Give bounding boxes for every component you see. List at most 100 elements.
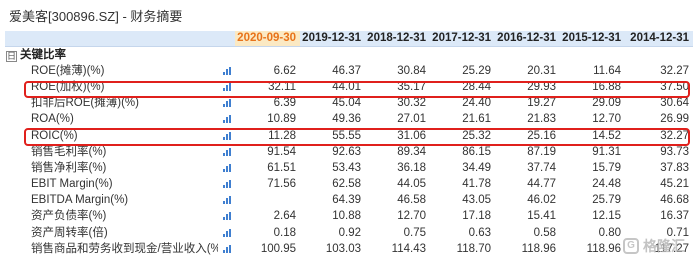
bar-chart-icon[interactable] — [222, 228, 231, 237]
value-cell: 37.83 — [660, 161, 689, 174]
row-label: ROE(加权)(%) — [31, 80, 105, 93]
watermark-text: 格隆汇 — [643, 238, 685, 254]
value-cell: 46.68 — [660, 194, 689, 207]
period-header[interactable]: 2014-12-31 — [625, 31, 693, 47]
bar-chart-icon[interactable] — [222, 180, 231, 189]
row-label: ROE(摊薄)(%) — [31, 64, 105, 77]
collapse-toggle-icon[interactable]: 日 — [6, 50, 17, 62]
table-row: 销售毛利率(%) 91.54 92.63 89.34 86.15 87.19 91.31 93… — [5, 144, 693, 160]
period-header[interactable]: 2016-12-31 — [495, 31, 560, 47]
value-cell: 37.50 — [660, 80, 689, 93]
value-cell: 30.64 — [660, 97, 689, 110]
value-cell: 15.41 — [527, 210, 556, 223]
table-row: ROA(%) 10.89 49.36 27.01 21.61 21.83 12.70 26.9… — [5, 112, 693, 128]
table-row: ROE(摊薄)(%) 6.62 46.37 30.84 25.29 20.31 11.64 3… — [5, 63, 693, 79]
value-cell: 26.99 — [660, 113, 689, 126]
value-cell: 10.89 — [267, 113, 296, 126]
row-chart-cell — [218, 63, 235, 79]
row-chart-cell — [218, 128, 235, 144]
row-label: ROA(%) — [31, 113, 74, 126]
row-label: 资产周转率(倍) — [31, 226, 108, 239]
value-cell — [235, 193, 300, 209]
value-cell: 89.34 — [397, 145, 426, 158]
value-cell: 32.27 — [660, 64, 689, 77]
value-cell: 32.27 — [660, 129, 689, 142]
value-cell: 118.70 — [456, 242, 491, 255]
section-label: 关键比率 — [20, 48, 66, 61]
value-cell: 30.84 — [397, 64, 426, 77]
bar-chart-icon[interactable] — [222, 196, 231, 205]
row-chart-cell — [218, 112, 235, 128]
bar-chart-icon[interactable] — [222, 147, 231, 156]
value-cell: 118.96 — [586, 242, 621, 255]
value-cell: 15.79 — [592, 161, 621, 174]
value-cell: 34.49 — [462, 161, 491, 174]
value-cell: 53.43 — [332, 161, 361, 174]
table-row: ROIC(%) 11.28 55.55 31.06 25.32 25.16 14.52 32.… — [5, 128, 693, 144]
value-cell: 0.63 — [468, 226, 491, 239]
value-cell: 29.93 — [527, 80, 556, 93]
value-cell: 91.31 — [592, 145, 621, 158]
bar-chart-icon[interactable] — [222, 66, 231, 75]
row-label: 扣非后ROE(摊薄)(%) — [31, 97, 139, 110]
value-cell: 86.15 — [462, 145, 491, 158]
row-label: ROIC(%) — [31, 129, 78, 142]
value-cell: 93.73 — [660, 145, 689, 158]
value-cell: 24.40 — [462, 97, 491, 110]
value-cell: 12.70 — [592, 113, 621, 126]
period-header[interactable]: 2019-12-31 — [300, 31, 365, 47]
value-cell: 12.15 — [592, 210, 621, 223]
period-header[interactable]: 2017-12-31 — [430, 31, 495, 47]
bar-chart-icon[interactable] — [222, 163, 231, 172]
value-cell: 0.80 — [598, 226, 621, 239]
page-title: 爱美客[300896.SZ] - 财务摘要 — [9, 9, 183, 24]
value-cell: 21.83 — [527, 113, 556, 126]
table-row: 资产周转率(倍) 0.18 0.92 0.75 0.63 0.58 0.80 0.71 — [5, 225, 693, 241]
bar-chart-icon[interactable] — [222, 115, 231, 124]
value-cell: 100.95 — [260, 242, 296, 255]
value-cell: 64.39 — [332, 194, 361, 207]
bar-chart-icon[interactable] — [222, 244, 231, 253]
value-cell: 45.21 — [660, 178, 689, 191]
row-label: 销售商品和劳务收到现金/营业收入(%) — [31, 242, 218, 255]
period-header[interactable]: 2020-09-30 — [235, 31, 300, 47]
bar-chart-icon[interactable] — [222, 82, 231, 91]
value-cell: 91.54 — [267, 145, 296, 158]
row-chart-cell — [218, 225, 235, 241]
bar-chart-icon[interactable] — [222, 131, 231, 140]
value-cell: 25.16 — [527, 129, 556, 142]
value-cell: 19.27 — [527, 97, 556, 110]
section-header-key-ratios[interactable]: 日关键比率 — [5, 47, 693, 64]
bar-chart-icon[interactable] — [222, 99, 231, 108]
value-cell: 16.88 — [592, 80, 621, 93]
financial-summary-table: 2020-09-30 2019-12-31 2018-12-31 2017-12… — [5, 31, 693, 257]
row-label: 销售净利率(%) — [31, 161, 107, 174]
value-cell: 6.39 — [273, 97, 296, 110]
row-label: EBITDA Margin(%) — [31, 194, 129, 207]
value-cell: 103.03 — [325, 242, 361, 255]
value-cell: 27.01 — [397, 113, 426, 126]
value-cell: 46.37 — [332, 64, 361, 77]
row-chart-cell — [218, 193, 235, 209]
value-cell: 11.64 — [593, 64, 621, 77]
bar-chart-icon[interactable] — [222, 212, 231, 221]
watermark: G 格隆汇 — [623, 236, 685, 256]
value-cell: 30.32 — [397, 97, 426, 110]
value-cell: 44.05 — [397, 178, 426, 191]
value-cell: 0.18 — [273, 226, 296, 239]
value-cell: 28.44 — [462, 80, 491, 93]
period-header[interactable]: 2015-12-31 — [560, 31, 625, 47]
value-cell: 61.51 — [267, 161, 296, 174]
value-cell: 41.78 — [462, 178, 491, 191]
table-row: ROE(加权)(%) 32.11 44.01 35.17 28.44 29.93 16.88… — [5, 79, 693, 95]
row-chart-cell — [218, 177, 235, 193]
period-header[interactable]: 2018-12-31 — [365, 31, 430, 47]
value-cell: 10.88 — [332, 210, 361, 223]
row-label: EBIT Margin(%) — [31, 178, 113, 191]
value-cell: 118.96 — [521, 242, 556, 255]
row-chart-cell — [218, 144, 235, 160]
value-cell: 24.48 — [592, 178, 621, 191]
row-chart-cell — [218, 96, 235, 112]
row-label: 资产负债率(%) — [31, 210, 107, 223]
value-cell: 6.62 — [273, 64, 296, 77]
